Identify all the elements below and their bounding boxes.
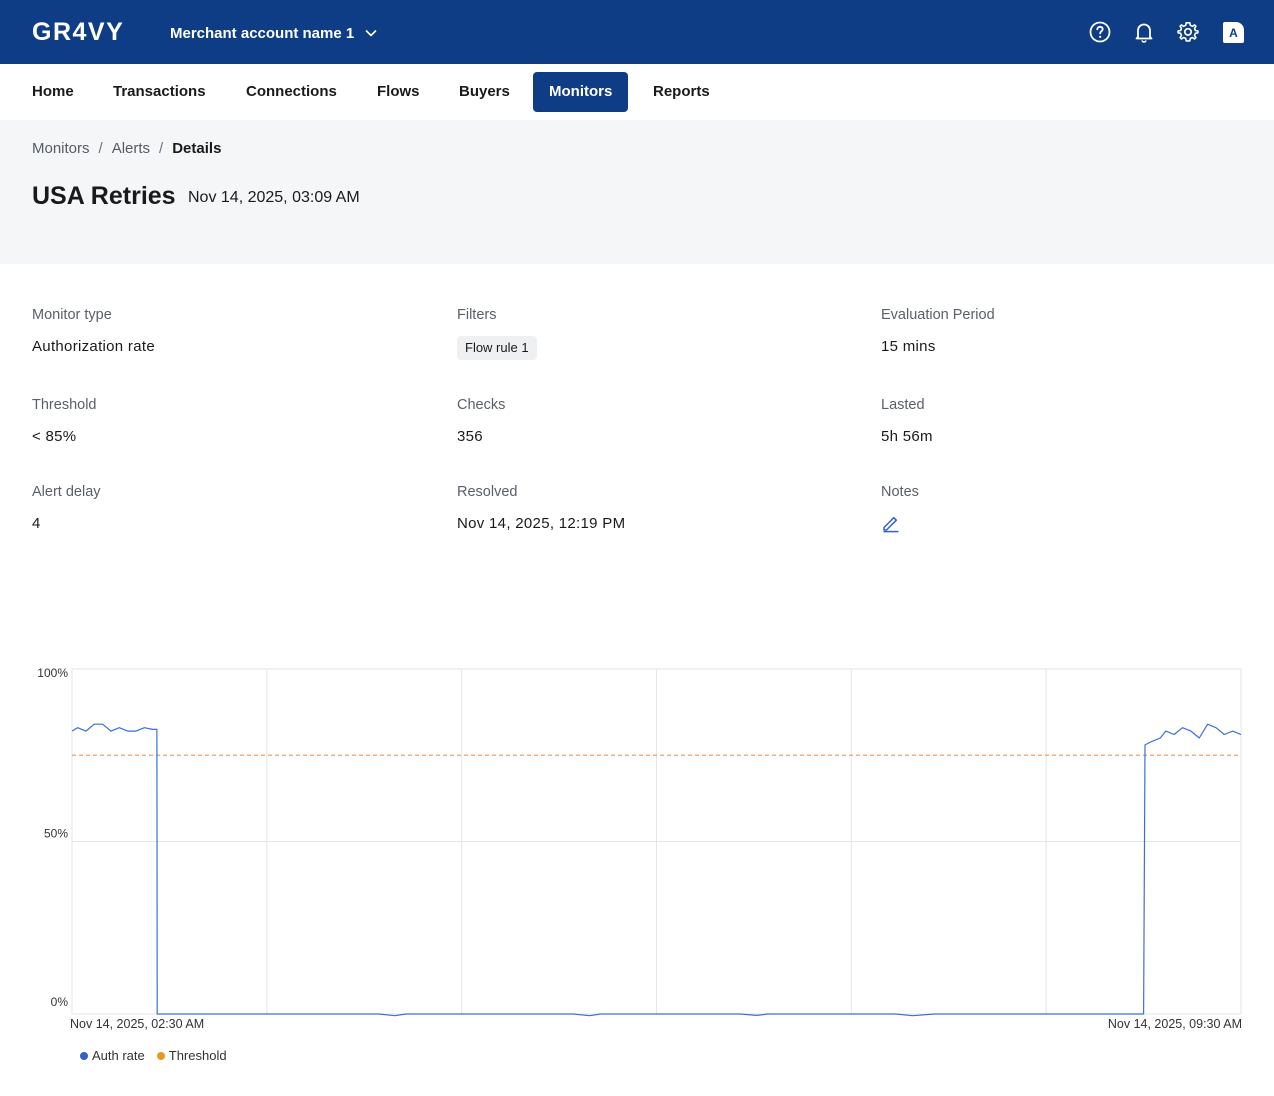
edit-notes-icon[interactable] (881, 513, 901, 533)
nav-home[interactable]: Home (32, 72, 74, 112)
evaluation-period-value: 15 mins (881, 338, 936, 355)
bell-icon[interactable] (1132, 20, 1156, 44)
avatar[interactable]: A (1223, 22, 1244, 43)
merchant-selector[interactable]: Merchant account name 1 (170, 22, 378, 44)
top-bar: GR4VY Merchant account name 1 A (0, 0, 1274, 64)
resolved-value: Nov 14, 2025, 12:19 PM (457, 515, 626, 532)
chevron-down-icon (365, 29, 377, 37)
nav-transactions[interactable]: Transactions (113, 72, 206, 112)
nav-connections[interactable]: Connections (246, 72, 337, 112)
threshold-value: < 85% (32, 428, 77, 445)
notes-label: Notes (881, 484, 919, 500)
nav-flows[interactable]: Flows (377, 72, 420, 112)
breadcrumb-separator: / (98, 140, 103, 157)
legend-dot (80, 1051, 88, 1060)
help-icon[interactable] (1088, 20, 1112, 44)
chart-legend: Auth rate Threshold (80, 1048, 239, 1063)
checks-label: Checks (457, 397, 506, 413)
monitor-type-label: Monitor type (32, 307, 112, 323)
alert-delay-label: Alert delay (32, 484, 101, 500)
checks-value: 356 (457, 428, 483, 445)
x-tick-label: Nov 14, 2025, 09:30 AM (1108, 1017, 1242, 1031)
nav-monitors[interactable]: Monitors (533, 72, 629, 112)
y-tick-label: 50% (44, 827, 68, 841)
threshold-label: Threshold (32, 397, 97, 413)
legend-threshold[interactable]: Threshold (156, 1048, 227, 1063)
logo[interactable]: GR4VY (32, 19, 124, 45)
auth-rate-chart: 100% 50% 0%Nov 14, 2025, 02:30 AM Nov 14, 2… (37, 666, 1242, 1031)
x-tick-label: Nov 14, 2025, 02:30 AM (70, 1017, 204, 1031)
filter-chip: Flow rule 1 (457, 336, 537, 360)
resolved-label: Resolved (457, 484, 518, 500)
lasted-value: 5h 56m (881, 428, 933, 445)
breadcrumb-alerts[interactable]: Alerts (112, 140, 150, 157)
breadcrumb-separator: / (159, 140, 164, 157)
legend-dot (156, 1051, 165, 1060)
legend-label: Threshold (168, 1048, 227, 1063)
y-tick-label: 100% (37, 666, 68, 680)
page-title: USA Retries (32, 182, 176, 210)
merchant-name: Merchant account name 1 (170, 24, 355, 42)
breadcrumb: Monitors / Alerts / Details (32, 140, 221, 157)
alert-delay-value: 4 (32, 515, 41, 532)
page-header: Monitors / Alerts / Details USA Retries … (0, 120, 1274, 264)
main-nav: Home Transactions Connections Flows Buye… (0, 64, 1274, 120)
nav-buyers[interactable]: Buyers (459, 72, 510, 112)
monitor-type-value: Authorization rate (32, 338, 155, 355)
evaluation-period-label: Evaluation Period (881, 307, 995, 323)
filters-label: Filters (457, 307, 497, 323)
legend-auth-rate[interactable]: Auth rate (80, 1048, 145, 1063)
alert-date: Nov 14, 2025, 03:09 AM (188, 189, 360, 206)
legend-label: Auth rate (92, 1048, 145, 1063)
lasted-label: Lasted (881, 397, 925, 413)
breadcrumb-details: Details (172, 140, 222, 157)
breadcrumb-monitors[interactable]: Monitors (32, 140, 90, 157)
nav-reports[interactable]: Reports (653, 72, 710, 112)
gear-icon[interactable] (1176, 20, 1200, 44)
y-tick-label: 0% (51, 995, 69, 1009)
